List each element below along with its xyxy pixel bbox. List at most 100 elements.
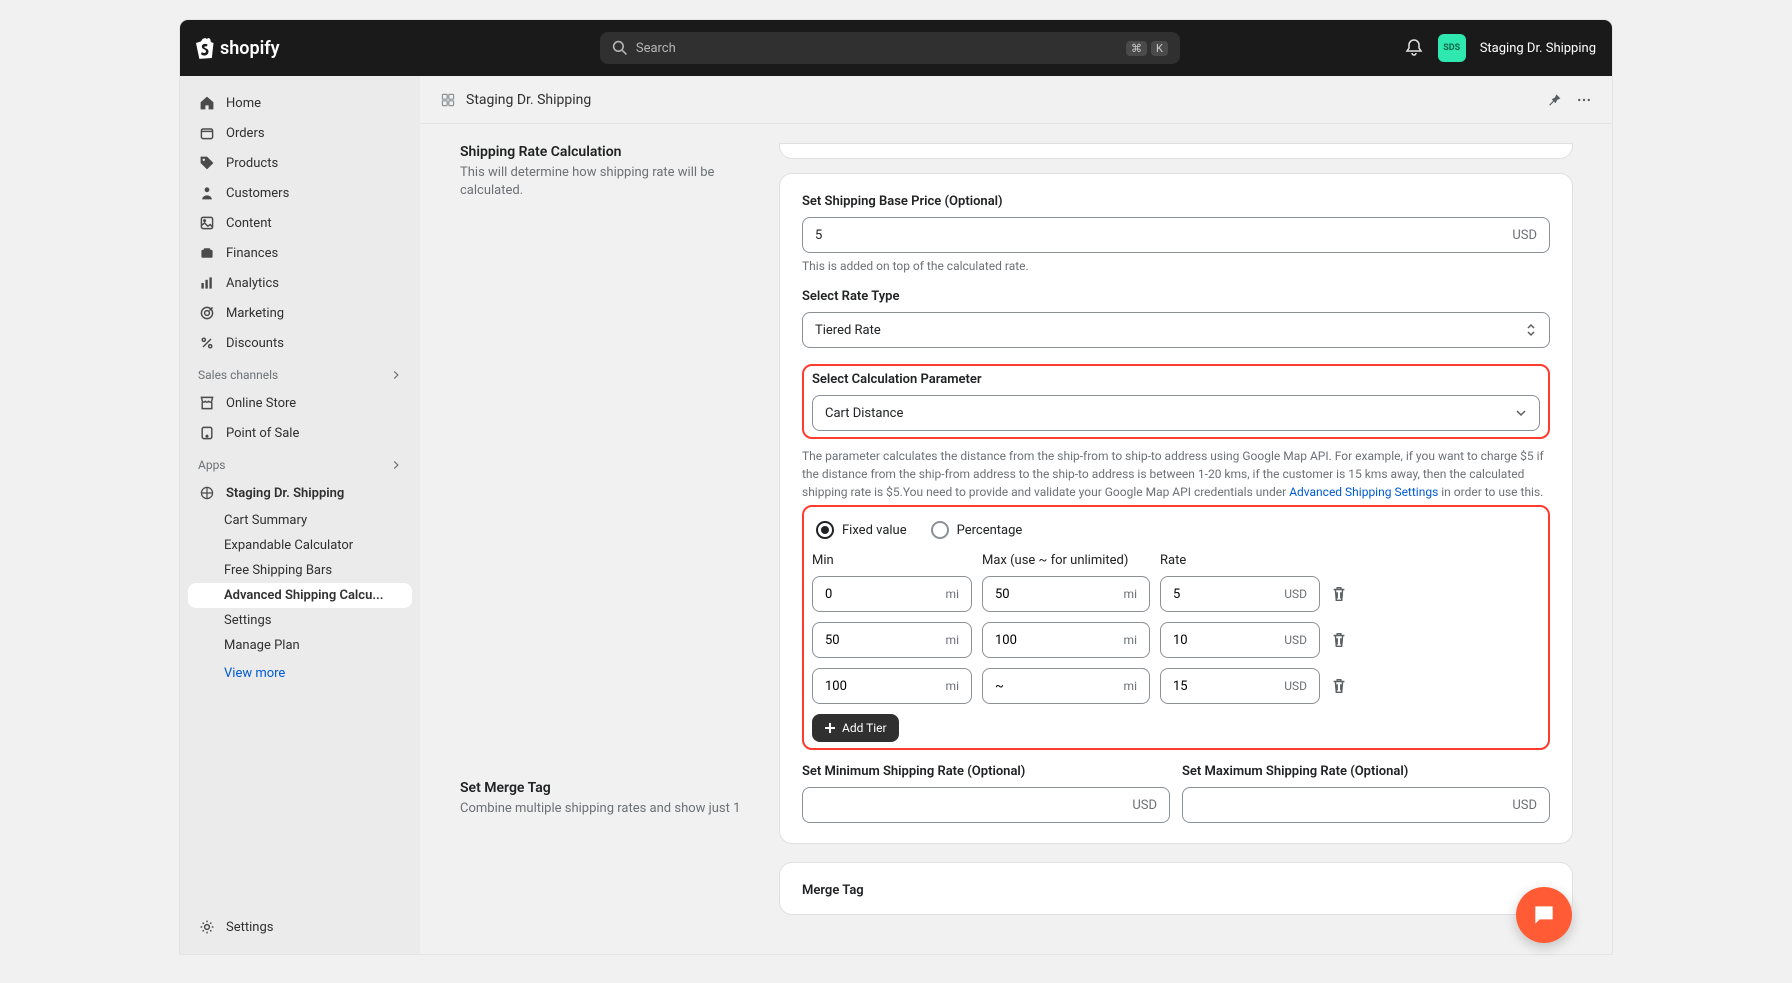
nav-discounts[interactable]: Discounts: [188, 328, 412, 358]
tier-min-input[interactable]: mi: [812, 576, 972, 612]
search-placeholder: Search: [636, 41, 676, 56]
account-name[interactable]: Staging Dr. Shipping: [1480, 41, 1596, 56]
section-title-merge: Set Merge Tag: [460, 780, 760, 796]
tier-max-input[interactable]: mi: [982, 622, 1150, 658]
section-description: This will determine how shipping rate wi…: [460, 164, 760, 200]
search-input[interactable]: Search ⌘ K: [600, 32, 1180, 64]
tier-min-input[interactable]: mi: [812, 668, 972, 704]
content-icon: [198, 214, 216, 232]
sub-free-shipping-bars[interactable]: Free Shipping Bars: [188, 558, 412, 583]
store-icon: [198, 394, 216, 412]
trash-icon[interactable]: [1330, 585, 1350, 603]
customers-icon: [198, 184, 216, 202]
tier-rate-input[interactable]: USD: [1160, 622, 1320, 658]
view-more-link[interactable]: View more: [188, 658, 412, 689]
nav-app-shipping[interactable]: Staging Dr. Shipping: [188, 478, 412, 508]
tier-rate-input[interactable]: USD: [1160, 668, 1320, 704]
brand-name: shopify: [220, 38, 280, 59]
min-rate-label: Set Minimum Shipping Rate (Optional): [802, 764, 1170, 779]
tier-row: mi mi USD: [812, 576, 1540, 612]
calc-param-highlight: Select Calculation Parameter Cart Distan…: [802, 364, 1550, 439]
gear-icon: [198, 918, 216, 936]
tiers-highlight: Fixed value Percentage Min Max (use ~ fo…: [802, 505, 1550, 750]
tier-max-input[interactable]: mi: [982, 668, 1150, 704]
analytics-icon: [198, 274, 216, 292]
tier-row: mi mi USD: [812, 622, 1540, 658]
nav-marketing[interactable]: Marketing: [188, 298, 412, 328]
nav-customers[interactable]: Customers: [188, 178, 412, 208]
min-rate-input[interactable]: USD: [802, 787, 1170, 823]
radio-icon: [931, 521, 949, 539]
sub-settings[interactable]: Settings: [188, 608, 412, 633]
sub-expandable-calculator[interactable]: Expandable Calculator: [188, 533, 412, 558]
nav-products[interactable]: Products: [188, 148, 412, 178]
more-icon[interactable]: [1576, 92, 1592, 108]
shipping-rate-card: Set Shipping Base Price (Optional) USD T…: [780, 174, 1572, 843]
section-title: Shipping Rate Calculation: [460, 144, 760, 160]
tier-min-input[interactable]: mi: [812, 622, 972, 658]
trash-icon[interactable]: [1330, 677, 1350, 695]
base-price-label: Set Shipping Base Price (Optional): [802, 194, 1550, 209]
search-icon: [612, 40, 628, 56]
section-description-merge: Combine multiple shipping rates and show…: [460, 800, 760, 818]
base-price-input[interactable]: USD: [802, 217, 1550, 253]
chat-fab[interactable]: [1516, 887, 1572, 943]
kbd-k: K: [1151, 41, 1168, 56]
logo: shopify: [196, 37, 376, 59]
advanced-settings-link[interactable]: Advanced Shipping Settings: [1289, 485, 1438, 499]
products-icon: [198, 154, 216, 172]
max-rate-input[interactable]: USD: [1182, 787, 1550, 823]
add-tier-button[interactable]: Add Tier: [812, 714, 899, 742]
finances-icon: [198, 244, 216, 262]
col-min-label: Min: [812, 553, 972, 568]
rate-type-label: Select Rate Type: [802, 289, 1550, 304]
orders-icon: [198, 124, 216, 142]
kbd-cmd: ⌘: [1126, 41, 1147, 56]
nav-analytics[interactable]: Analytics: [188, 268, 412, 298]
nav-point-of-sale[interactable]: Point of Sale: [188, 418, 412, 448]
tier-rate-input[interactable]: USD: [1160, 576, 1320, 612]
radio-icon: [816, 521, 834, 539]
chevron-down-icon: [1515, 407, 1527, 419]
chevron-right-icon[interactable]: [390, 459, 402, 471]
trash-icon[interactable]: [1330, 631, 1350, 649]
page-title: Staging Dr. Shipping: [466, 92, 591, 108]
calc-param-label: Select Calculation Parameter: [812, 372, 1540, 387]
sub-manage-plan[interactable]: Manage Plan: [188, 633, 412, 658]
sub-cart-summary[interactable]: Cart Summary: [188, 508, 412, 533]
col-rate-label: Rate: [1160, 553, 1320, 568]
nav-content[interactable]: Content: [188, 208, 412, 238]
bell-icon[interactable]: [1404, 38, 1424, 58]
pos-icon: [198, 424, 216, 442]
sidebar: Home Orders Products Customers Content F…: [180, 76, 420, 954]
app-icon: [198, 484, 216, 502]
breadcrumb: Staging Dr. Shipping: [420, 76, 1612, 124]
app-badge-icon: [440, 92, 456, 108]
apps-header: Apps: [188, 448, 412, 478]
merge-tag-label: Merge Tag: [802, 883, 1550, 898]
avatar[interactable]: SDS: [1438, 34, 1466, 62]
marketing-icon: [198, 304, 216, 322]
merge-tag-card: Merge Tag: [780, 863, 1572, 914]
chevron-right-icon[interactable]: [390, 369, 402, 381]
plus-icon: [824, 722, 836, 734]
radio-percentage[interactable]: Percentage: [931, 521, 1023, 539]
shopify-logo-icon: [196, 37, 216, 59]
nav-settings[interactable]: Settings: [188, 912, 412, 942]
radio-fixed-value[interactable]: Fixed value: [816, 521, 907, 539]
tier-row: mi mi USD: [812, 668, 1540, 704]
pin-icon[interactable]: [1546, 92, 1562, 108]
nav-online-store[interactable]: Online Store: [188, 388, 412, 418]
topbar: shopify Search ⌘ K SDS Staging Dr. Shipp…: [180, 20, 1612, 76]
nav-orders[interactable]: Orders: [188, 118, 412, 148]
calc-param-help: The parameter calculates the distance fr…: [802, 447, 1550, 501]
home-icon: [198, 94, 216, 112]
calc-param-select[interactable]: Cart Distance: [812, 395, 1540, 431]
rate-type-select[interactable]: Tiered Rate: [802, 312, 1550, 348]
nav-finances[interactable]: Finances: [188, 238, 412, 268]
nav-home[interactable]: Home: [188, 88, 412, 118]
tier-max-input[interactable]: mi: [982, 576, 1150, 612]
sub-advanced-shipping[interactable]: Advanced Shipping Calcu...: [188, 583, 412, 608]
previous-card-peek: [780, 144, 1572, 158]
sales-channels-header: Sales channels: [188, 358, 412, 388]
